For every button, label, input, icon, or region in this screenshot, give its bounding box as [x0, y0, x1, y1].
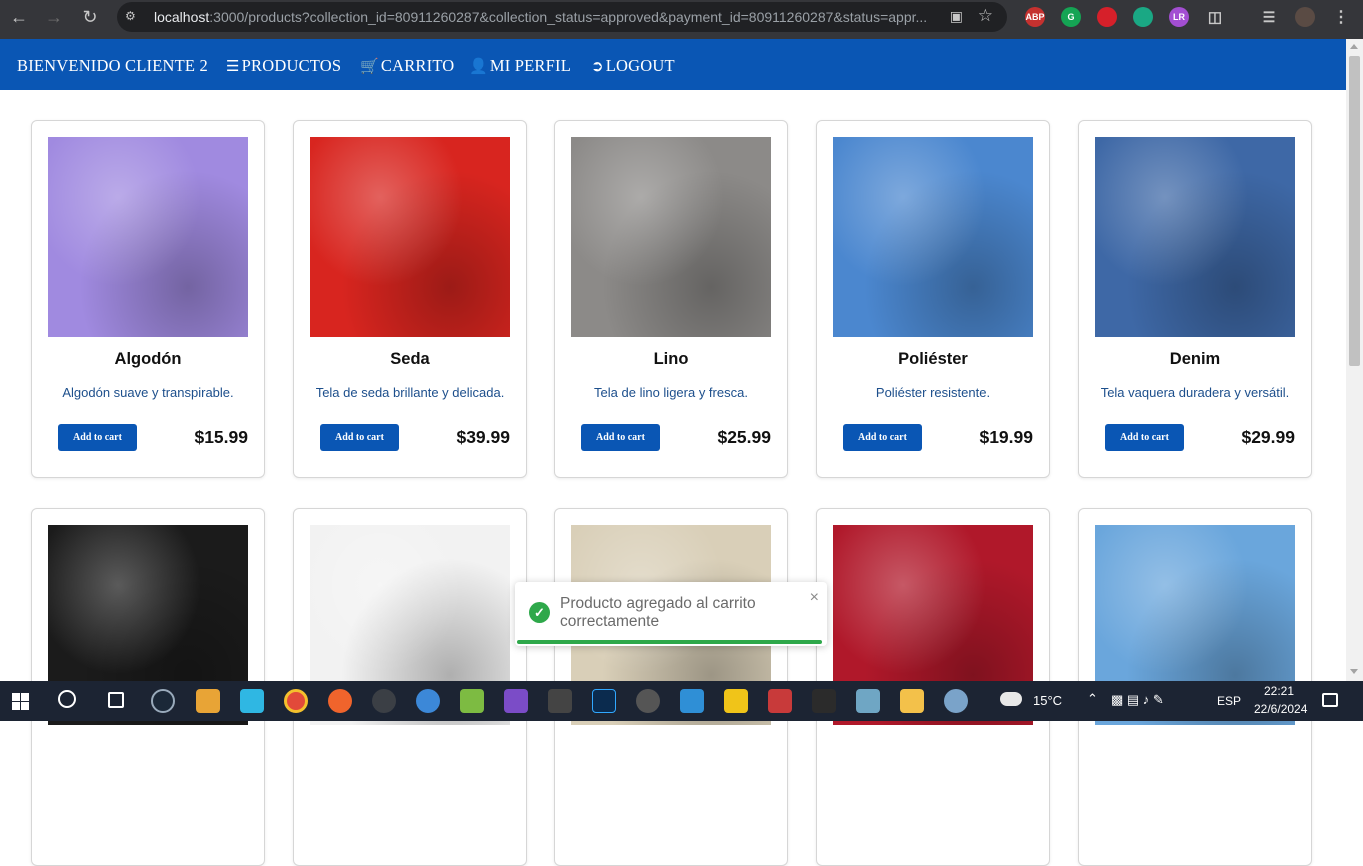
- app-icon[interactable]: [328, 689, 352, 713]
- bookmark-star-icon[interactable]: ☆: [978, 6, 993, 26]
- weather-icon[interactable]: [1000, 692, 1022, 706]
- file-explorer-icon[interactable]: [900, 689, 924, 713]
- scrollbar-thumb[interactable]: [1349, 56, 1360, 366]
- app-icon[interactable]: [724, 689, 748, 713]
- product-description: Tela de lino ligera y fresca.: [594, 385, 748, 400]
- app-icon[interactable]: [768, 689, 792, 713]
- tray-icons[interactable]: ▩ ▤ ♪ ✎: [1111, 692, 1164, 708]
- cart-icon: 🛒: [360, 57, 379, 75]
- product-description: Algodón suave y transpirable.: [62, 385, 234, 400]
- product-card: Poliéster Poliéster resistente. Add to c…: [816, 120, 1050, 478]
- extension-teal-icon[interactable]: [1133, 7, 1153, 27]
- user-icon: 👤: [469, 57, 488, 75]
- toast-progress-bar: [517, 640, 822, 644]
- address-bar[interactable]: ⚙ localhost:3000/products?collection_id=…: [117, 2, 1007, 32]
- product-image: [833, 137, 1033, 337]
- list-icon: ☰: [226, 57, 240, 75]
- add-to-cart-button[interactable]: Add to cart: [320, 424, 399, 451]
- product-card: Lino Tela de lino ligera y fresca. Add t…: [554, 120, 788, 478]
- notification-icon[interactable]: [1322, 693, 1338, 707]
- chrome-icon[interactable]: [284, 689, 308, 713]
- vscode-icon[interactable]: [680, 689, 704, 713]
- scroll-up-arrow-icon[interactable]: [1350, 44, 1358, 49]
- welcome-text: BIENVENIDO CLIENTE 2: [17, 56, 208, 75]
- product-description: Poliéster resistente.: [875, 385, 991, 400]
- temperature-text[interactable]: 15°C: [1033, 693, 1062, 708]
- windows-start-icon[interactable]: [12, 693, 29, 710]
- reload-icon[interactable]: ↻: [78, 5, 102, 29]
- app-icon[interactable]: [856, 689, 880, 713]
- clock-time[interactable]: 22:21: [1264, 684, 1294, 698]
- product-title: Algodón: [114, 350, 182, 368]
- extensions-puzzle-icon[interactable]: ◫: [1205, 7, 1225, 27]
- product-description: Tela de seda brillante y delicada.: [315, 385, 505, 400]
- tray-chevron-icon[interactable]: ⌃: [1087, 691, 1098, 707]
- product-price: $19.99: [979, 427, 1033, 447]
- nav-productos[interactable]: ☰ PRODUCTOS: [226, 56, 341, 76]
- task-view-icon[interactable]: [108, 692, 124, 708]
- app-navbar: BIENVENIDO CLIENTE 2 ☰ PRODUCTOS 🛒 CARRITO…: [0, 39, 1346, 90]
- close-icon[interactable]: ×: [810, 589, 819, 607]
- nav-logout[interactable]: ➲ LOGOUT: [591, 56, 675, 76]
- product-image: [571, 137, 771, 337]
- photoshop-icon[interactable]: [592, 689, 616, 713]
- nav-mi-perfil[interactable]: 👤 MI PERFIL: [469, 56, 571, 76]
- product-card: Denim Tela vaquera duradera y versátil. …: [1078, 120, 1312, 478]
- browser-toolbar: ← → ↻ ⚙ localhost:3000/products?collecti…: [0, 0, 1363, 39]
- app-icon[interactable]: [372, 689, 396, 713]
- product-title: Seda: [390, 350, 430, 368]
- paint-icon[interactable]: [944, 689, 968, 713]
- forward-icon[interactable]: →: [42, 5, 66, 29]
- app-icon[interactable]: [416, 689, 440, 713]
- product-price: $29.99: [1241, 427, 1295, 447]
- grammarly-icon[interactable]: G: [1061, 7, 1081, 27]
- visual-studio-icon[interactable]: [504, 689, 528, 713]
- app-icon[interactable]: [196, 689, 220, 713]
- product-description: Tela vaquera duradera y versátil.: [1100, 385, 1290, 400]
- language-indicator[interactable]: ESP: [1217, 694, 1241, 708]
- adblock-icon[interactable]: ABP: [1025, 7, 1045, 27]
- product-card: Seda Tela de seda brillante y delicada. …: [293, 120, 527, 478]
- product-image: [1095, 137, 1295, 337]
- nav-carrito[interactable]: 🛒 CARRITO: [360, 56, 454, 76]
- add-to-cart-button[interactable]: Add to cart: [1105, 424, 1184, 451]
- unity-icon[interactable]: [548, 689, 572, 713]
- site-info-icon[interactable]: ⚙: [125, 9, 141, 25]
- product-price: $39.99: [456, 427, 510, 447]
- menu-kebab-icon[interactable]: ⋮: [1331, 7, 1351, 27]
- success-check-icon: ✓: [529, 602, 550, 623]
- product-title: Lino: [653, 350, 689, 368]
- extension-lr-icon[interactable]: LR: [1169, 7, 1189, 27]
- back-icon[interactable]: ←: [7, 5, 31, 29]
- extension-red-icon[interactable]: [1097, 7, 1117, 27]
- product-price: $25.99: [717, 427, 771, 447]
- app-icon[interactable]: [812, 689, 836, 713]
- scroll-down-arrow-icon[interactable]: [1350, 669, 1358, 674]
- install-icon[interactable]: ▣: [950, 8, 963, 25]
- app-icon[interactable]: [460, 689, 484, 713]
- clock-date[interactable]: 22/6/2024: [1254, 702, 1307, 716]
- add-to-cart-button[interactable]: Add to cart: [58, 424, 137, 451]
- product-card: Algodón Algodón suave y transpirable. Ad…: [31, 120, 265, 478]
- app-icon[interactable]: [636, 689, 660, 713]
- toast-notification: ✓ Producto agregado al carrito correctam…: [515, 582, 827, 646]
- steam-icon[interactable]: [151, 689, 175, 713]
- logout-icon: ➲: [591, 57, 604, 75]
- page-scrollbar[interactable]: [1346, 39, 1363, 681]
- product-price: $15.99: [194, 427, 248, 447]
- add-to-cart-button[interactable]: Add to cart: [581, 424, 660, 451]
- windows-taskbar: 15°C ⌃ ▩ ▤ ♪ ✎ ESP 22:21 22/6/2024: [0, 681, 1363, 721]
- search-icon[interactable]: [58, 690, 76, 708]
- product-title: Denim: [1169, 350, 1221, 368]
- reading-list-icon[interactable]: ☰: [1259, 7, 1279, 27]
- add-to-cart-button[interactable]: Add to cart: [843, 424, 922, 451]
- product-title: Poliéster: [898, 350, 968, 368]
- profile-avatar[interactable]: [1295, 7, 1315, 27]
- product-image: [48, 137, 248, 337]
- product-image: [310, 137, 510, 337]
- app-icon[interactable]: [240, 689, 264, 713]
- toast-message: Producto agregado al carrito correctamen…: [560, 595, 756, 630]
- url-text[interactable]: localhost:3000/products?collection_id=80…: [154, 9, 934, 25]
